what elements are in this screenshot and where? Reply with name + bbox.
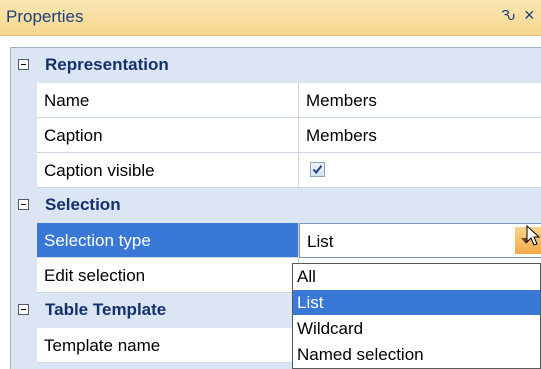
caption-value-field[interactable]: Members [299,118,541,153]
property-label: Edit selection [44,266,146,285]
property-row-selection-type[interactable]: Selection type List [11,223,541,258]
property-row-caption-visible[interactable]: Caption visible [11,153,541,188]
pin-icon[interactable]: Ԅ [501,7,515,24]
option-label: All [297,267,316,286]
property-name-cell[interactable]: Name [37,83,299,118]
caption-visible-value-cell [299,153,541,188]
property-label: Template name [44,336,161,355]
property-label: Selection type [44,231,151,250]
category-representation[interactable]: Representation [11,48,541,83]
property-value: Members [306,91,377,110]
category-selection[interactable]: Selection [11,188,541,223]
property-name-cell-selected[interactable]: Selection type [37,223,299,258]
property-value: Members [306,126,377,145]
property-row-caption[interactable]: Caption Members [11,118,541,153]
close-icon[interactable]: × [524,5,535,26]
caption-visible-checkbox[interactable] [310,162,325,177]
dropdown-option-named-selection[interactable]: Named selection [293,342,540,367]
property-name-cell[interactable]: Caption visible [37,153,299,188]
properties-title-bar: Properties Ԅ × [0,0,541,36]
name-value-field[interactable]: Members [299,83,541,118]
property-label: Caption [44,126,103,145]
dropdown-option-wildcard[interactable]: Wildcard [293,316,540,341]
option-label: Named selection [297,345,424,364]
property-label: Caption visible [44,161,155,180]
property-name-cell[interactable]: Edit selection [37,258,299,293]
category-label: Selection [45,195,121,214]
collapse-toggle-icon[interactable] [18,304,29,315]
checkbox-checkmark-icon [312,165,323,175]
panel-title: Properties [6,7,84,26]
dropdown-option-list[interactable]: List [293,290,540,315]
property-name-cell[interactable]: Template name [37,328,299,363]
option-label: Wildcard [297,319,364,338]
category-label: Table Template [45,300,167,319]
collapse-toggle-icon[interactable] [18,199,29,210]
dropdown-option-all[interactable]: All [293,264,540,289]
category-label: Representation [45,55,169,74]
property-name-cell[interactable]: Caption [37,118,299,153]
property-row-name[interactable]: Name Members [11,83,541,118]
selection-type-select[interactable]: List [299,223,541,258]
option-label: List [297,293,324,312]
property-value: List [307,232,334,251]
mouse-cursor-icon [526,225,541,246]
collapse-toggle-icon[interactable] [18,59,29,70]
property-label: Name [44,91,90,110]
selection-type-dropdown-list[interactable]: All List Wildcard Named selection [292,263,541,369]
